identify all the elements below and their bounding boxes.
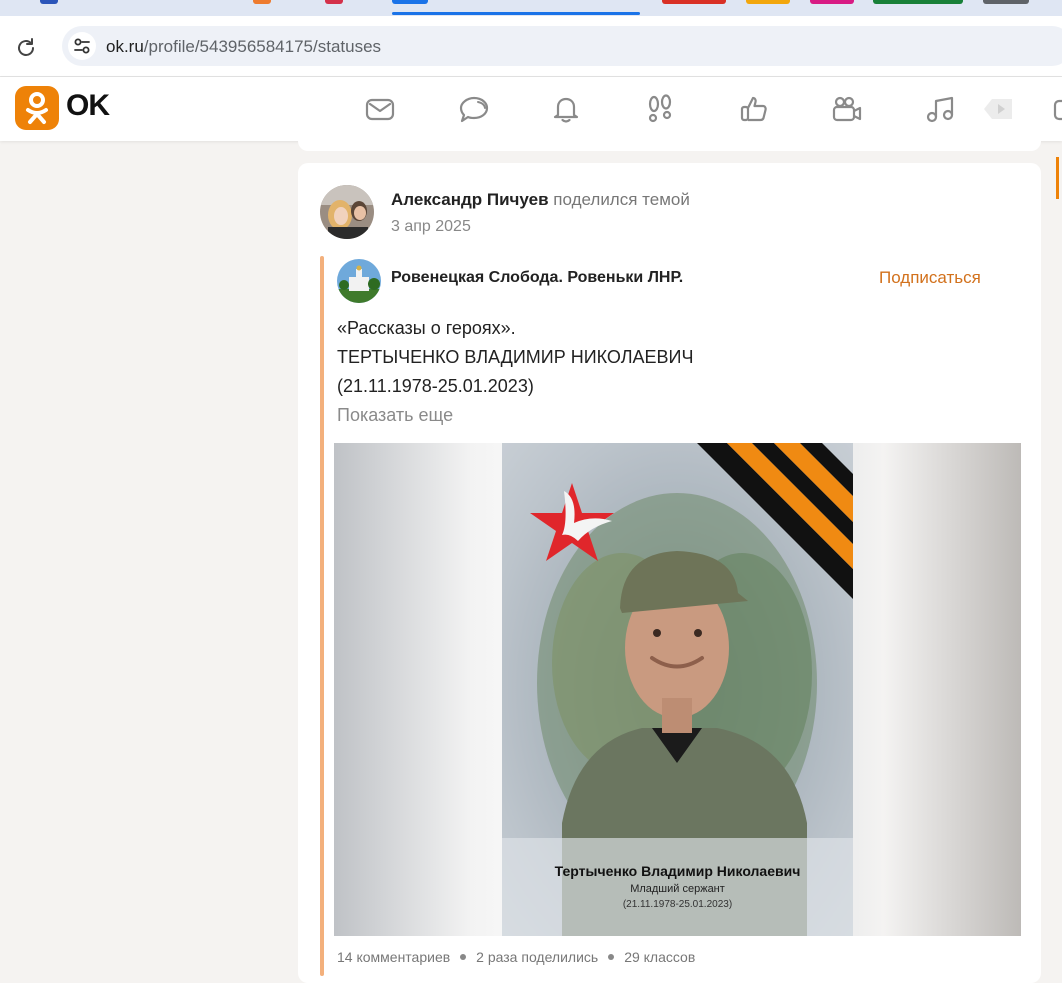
site-header: OK — [0, 77, 1062, 141]
photo-caption-dates: (21.11.1978-25.01.2023) — [622, 899, 733, 910]
post-stats: 14 комментариев 2 раза поделились 29 класс… — [337, 949, 695, 965]
post-text-line: «Рассказы о героях». — [337, 318, 516, 338]
browser-tab-active[interactable] — [392, 0, 428, 4]
active-tab-indicator — [392, 12, 640, 15]
author-name[interactable]: Александр Пичуев — [391, 190, 549, 209]
repost-bar — [320, 256, 324, 976]
bell-icon[interactable] — [550, 93, 582, 125]
thumbs-up-icon[interactable] — [738, 93, 770, 125]
url-text: ok.ru/profile/543956584175/statuses — [106, 37, 381, 57]
post-author-line: Александр Пичуев поделился темой — [391, 190, 690, 210]
right-panel-accent — [1056, 157, 1059, 199]
post-card: Александр Пичуев поделился темой 3 апр 2… — [298, 163, 1041, 983]
show-more-link[interactable]: Показать еще — [337, 405, 453, 426]
logo-text[interactable]: OK — [66, 89, 110, 123]
music-icon[interactable] — [924, 93, 956, 125]
previous-post-card — [298, 141, 1041, 151]
browser-tab[interactable] — [810, 0, 854, 4]
browser-tab[interactable] — [40, 0, 58, 4]
browser-tab[interactable] — [983, 0, 1029, 4]
author-action: поделился темой — [553, 190, 690, 209]
photo-caption-rank: Младший сержант — [630, 883, 725, 895]
video-play-icon[interactable] — [982, 93, 1014, 125]
mail-icon[interactable] — [364, 93, 396, 125]
post-text: «Рассказы о героях». ТЕРТЫЧЕНКО ВЛАДИМИР… — [337, 314, 693, 401]
group-avatar[interactable] — [337, 259, 381, 303]
address-bar[interactable]: ok.ru/profile/543956584175/statuses — [62, 26, 1062, 66]
url-path: /profile/543956584175/statuses — [143, 37, 382, 56]
browser-tab[interactable] — [873, 0, 963, 4]
separator-dot — [460, 954, 467, 961]
ok-logo-icon[interactable] — [15, 86, 59, 130]
overflow-icon[interactable] — [1052, 93, 1062, 125]
video-camera-icon[interactable] — [831, 93, 863, 125]
browser-toolbar: ok.ru/profile/543956584175/statuses — [0, 16, 1062, 77]
author-avatar[interactable] — [320, 185, 374, 239]
likes-count[interactable]: 29 классов — [624, 949, 695, 965]
browser-tab[interactable] — [253, 0, 271, 4]
browser-tab-strip — [0, 0, 1062, 16]
post-media[interactable]: Тертыченко Владимир Николаевич Младший с… — [334, 443, 1021, 936]
shares-count[interactable]: 2 раза поделились — [476, 949, 598, 965]
reload-icon[interactable] — [14, 36, 38, 60]
comments-count[interactable]: 14 комментариев — [337, 949, 450, 965]
memorial-photo[interactable]: Тертыченко Владимир Николаевич Младший с… — [502, 443, 853, 936]
browser-tab[interactable] — [662, 0, 726, 4]
post-text-line: ТЕРТЫЧЕНКО ВЛАДИМИР НИКОЛАЕВИЧ — [337, 347, 694, 367]
post-text-line: (21.11.1978-25.01.2023) — [337, 376, 534, 396]
url-host: ok.ru — [106, 37, 144, 56]
photo-caption-name: Тертыченко Владимир Николаевич — [554, 863, 801, 879]
browser-tab[interactable] — [746, 0, 790, 4]
site-info-icon[interactable] — [68, 32, 96, 60]
separator-dot — [608, 954, 615, 961]
footprints-icon[interactable] — [644, 93, 676, 125]
chat-icon[interactable] — [458, 93, 490, 125]
post-date[interactable]: 3 апр 2025 — [391, 218, 471, 236]
subscribe-button[interactable]: Подписаться — [879, 268, 981, 288]
browser-tab[interactable] — [325, 0, 343, 4]
group-name[interactable]: Ровенецкая Слобода. Ровеньки ЛНР. — [391, 269, 683, 287]
